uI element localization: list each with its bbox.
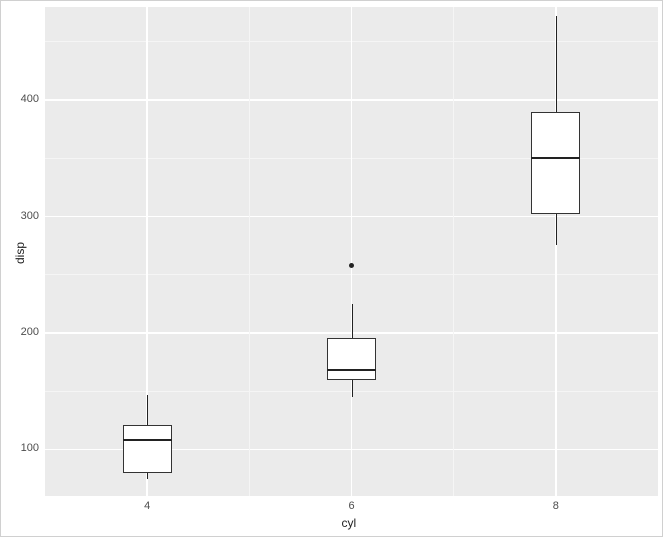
median-line <box>123 439 172 441</box>
gridline-minor-v <box>249 7 250 496</box>
gridline-minor-v <box>453 7 454 496</box>
y-axis-title: disp <box>13 241 27 263</box>
whisker-upper <box>352 304 353 338</box>
y-tick-label: 100 <box>21 442 39 454</box>
chart-frame: disp cyl 100 200 300 400 4 6 8 <box>0 0 663 537</box>
y-tick-label: 400 <box>21 93 39 105</box>
median-line <box>327 369 376 371</box>
x-axis-title: cyl <box>342 516 357 530</box>
whisker-lower <box>352 380 353 397</box>
box <box>531 112 580 214</box>
box <box>123 425 172 473</box>
median-line <box>531 157 580 159</box>
gridline-major-v <box>351 7 353 496</box>
outlier-point <box>349 263 354 268</box>
whisker-upper <box>147 395 148 425</box>
x-tick-label: 4 <box>127 500 167 512</box>
box <box>327 338 376 380</box>
x-tick-label: 8 <box>536 500 576 512</box>
whisker-upper <box>556 16 557 111</box>
whisker-lower <box>147 473 148 479</box>
y-tick-label: 300 <box>21 210 39 222</box>
x-tick-label: 6 <box>332 500 372 512</box>
y-tick-label: 200 <box>21 326 39 338</box>
whisker-lower <box>556 214 557 244</box>
